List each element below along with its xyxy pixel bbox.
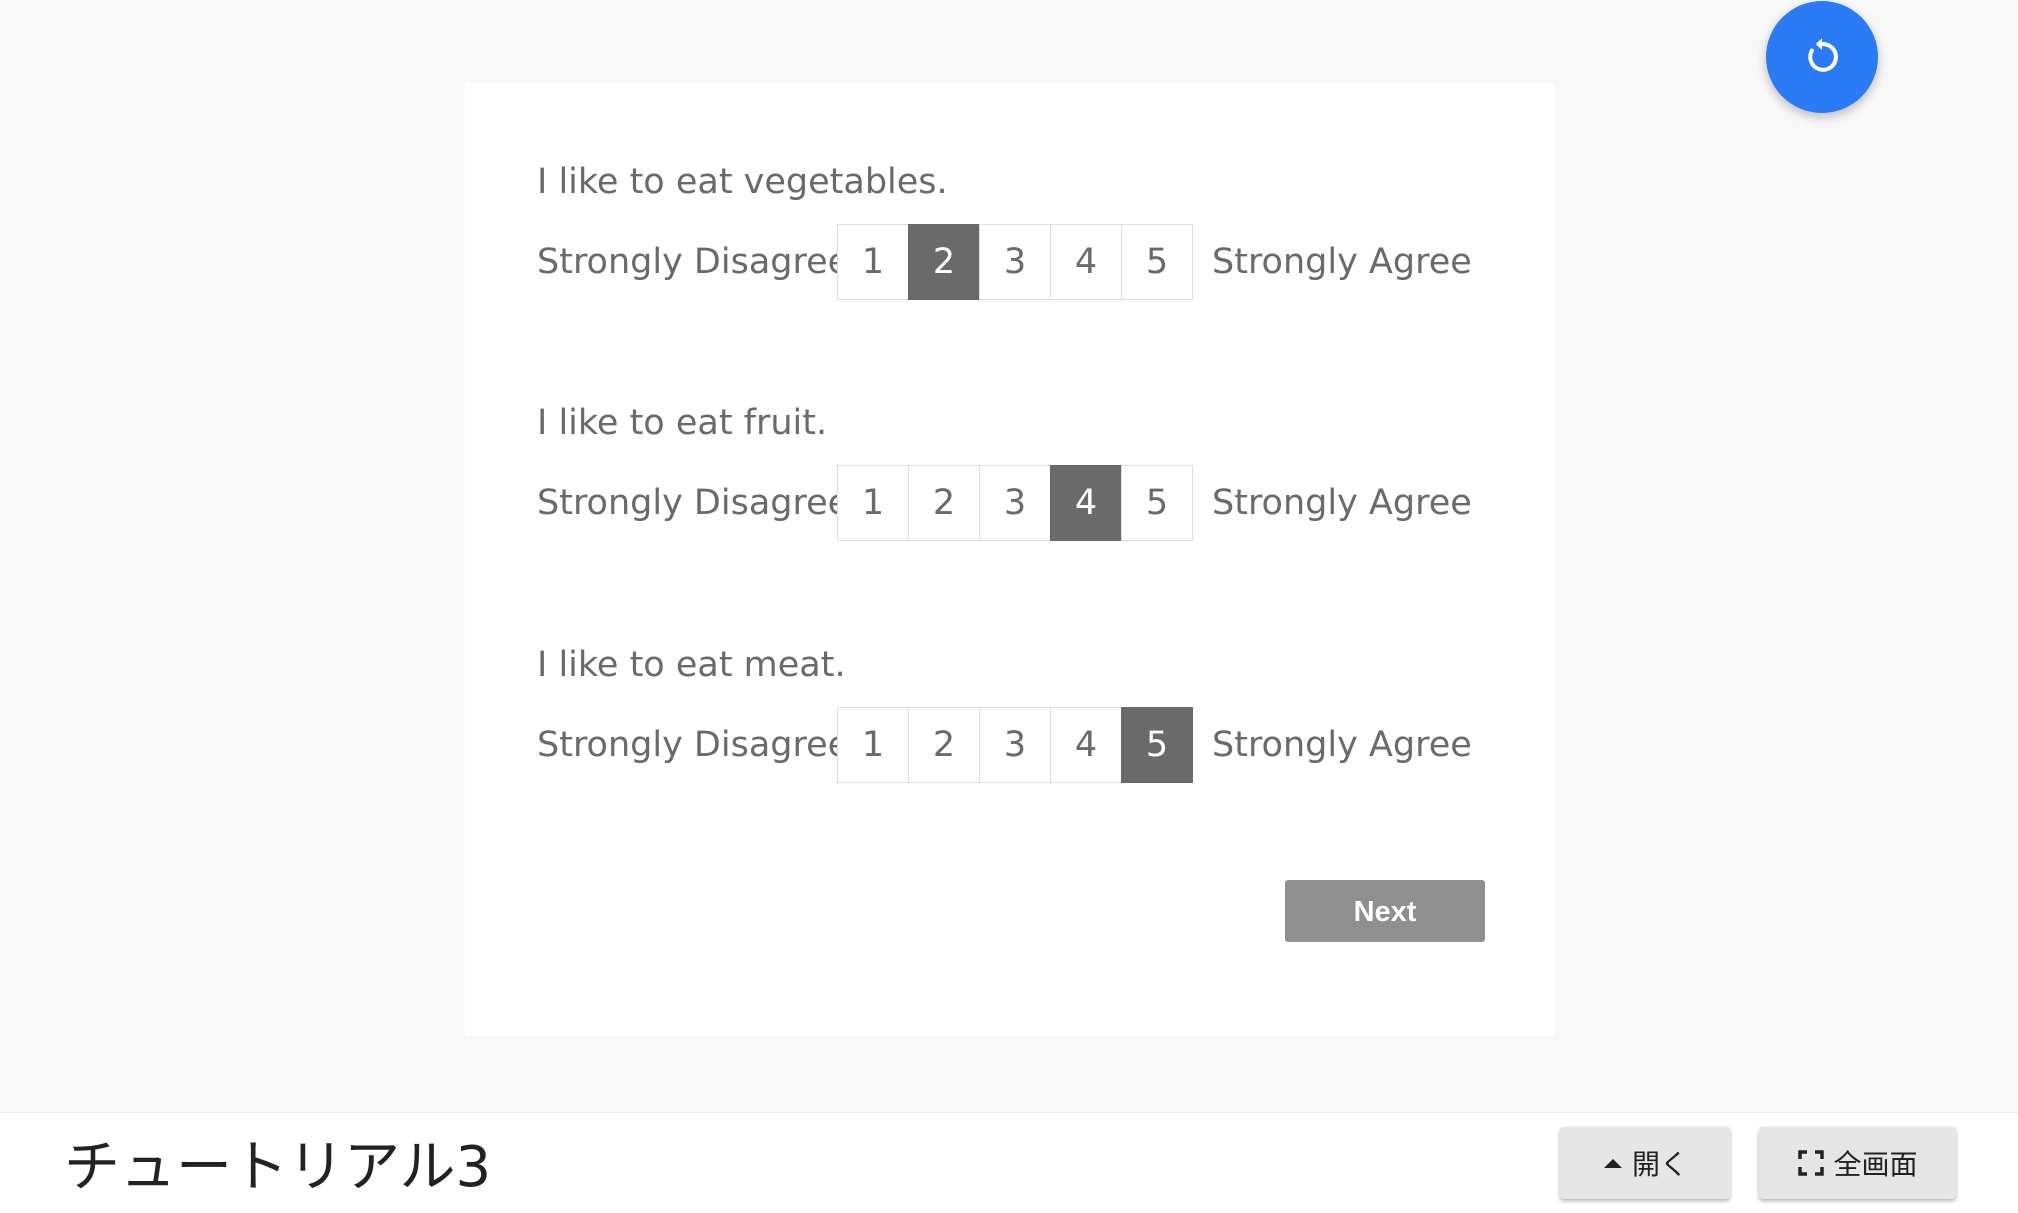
- question-text: I like to eat fruit.: [537, 403, 828, 443]
- scale-option-5[interactable]: 5: [1121, 465, 1193, 541]
- bottom-bar: チュートリアル3 開く 全画面: [0, 1112, 2018, 1213]
- tutorial-title: チュートリアル3: [64, 1135, 492, 1200]
- fullscreen-button[interactable]: 全画面: [1759, 1127, 1956, 1199]
- scale-left-label: Strongly Disagree: [537, 725, 850, 765]
- scale-option-2[interactable]: 2: [908, 465, 980, 541]
- scale-left-label: Strongly Disagree: [537, 483, 850, 523]
- scale-options: 1 2 3 4 5: [837, 224, 1193, 300]
- scale-right-label: Strongly Agree: [1212, 725, 1472, 765]
- survey-card: I like to eat vegetables. Strongly Disag…: [465, 83, 1554, 1036]
- open-button-label: 開く: [1631, 1148, 1688, 1181]
- scale-option-1[interactable]: 1: [837, 465, 909, 541]
- likert-scale: Strongly Disagree 1 2 3 4 5 Strongly Agr…: [537, 224, 1472, 300]
- fullscreen-button-label: 全画面: [1833, 1148, 1918, 1181]
- scale-option-4[interactable]: 4: [1050, 707, 1122, 783]
- scale-option-3[interactable]: 3: [979, 224, 1051, 300]
- scale-option-1[interactable]: 1: [837, 224, 909, 300]
- scale-option-4[interactable]: 4: [1050, 465, 1122, 541]
- scale-option-5[interactable]: 5: [1121, 224, 1193, 300]
- scale-option-3[interactable]: 3: [979, 707, 1051, 783]
- open-button[interactable]: 開く: [1560, 1127, 1730, 1199]
- scale-option-5[interactable]: 5: [1121, 707, 1193, 783]
- likert-scale: Strongly Disagree 1 2 3 4 5 Strongly Agr…: [537, 465, 1472, 541]
- next-button[interactable]: Next: [1285, 880, 1485, 942]
- scale-option-2[interactable]: 2: [908, 707, 980, 783]
- caret-up-icon: [1602, 1156, 1624, 1170]
- likert-scale: Strongly Disagree 1 2 3 4 5 Strongly Agr…: [537, 707, 1472, 783]
- scale-right-label: Strongly Agree: [1212, 242, 1472, 282]
- reload-button[interactable]: [1766, 1, 1878, 113]
- scale-right-label: Strongly Agree: [1212, 483, 1472, 523]
- scale-options: 1 2 3 4 5: [837, 707, 1193, 783]
- question-text: I like to eat vegetables.: [537, 162, 948, 202]
- scale-option-4[interactable]: 4: [1050, 224, 1122, 300]
- question-text: I like to eat meat.: [537, 645, 846, 685]
- scale-options: 1 2 3 4 5: [837, 465, 1193, 541]
- scale-option-2[interactable]: 2: [908, 224, 980, 300]
- scale-option-3[interactable]: 3: [979, 465, 1051, 541]
- scale-left-label: Strongly Disagree: [537, 242, 850, 282]
- reload-icon: [1808, 38, 1838, 72]
- fullscreen-icon: [1797, 1149, 1825, 1177]
- scale-option-1[interactable]: 1: [837, 707, 909, 783]
